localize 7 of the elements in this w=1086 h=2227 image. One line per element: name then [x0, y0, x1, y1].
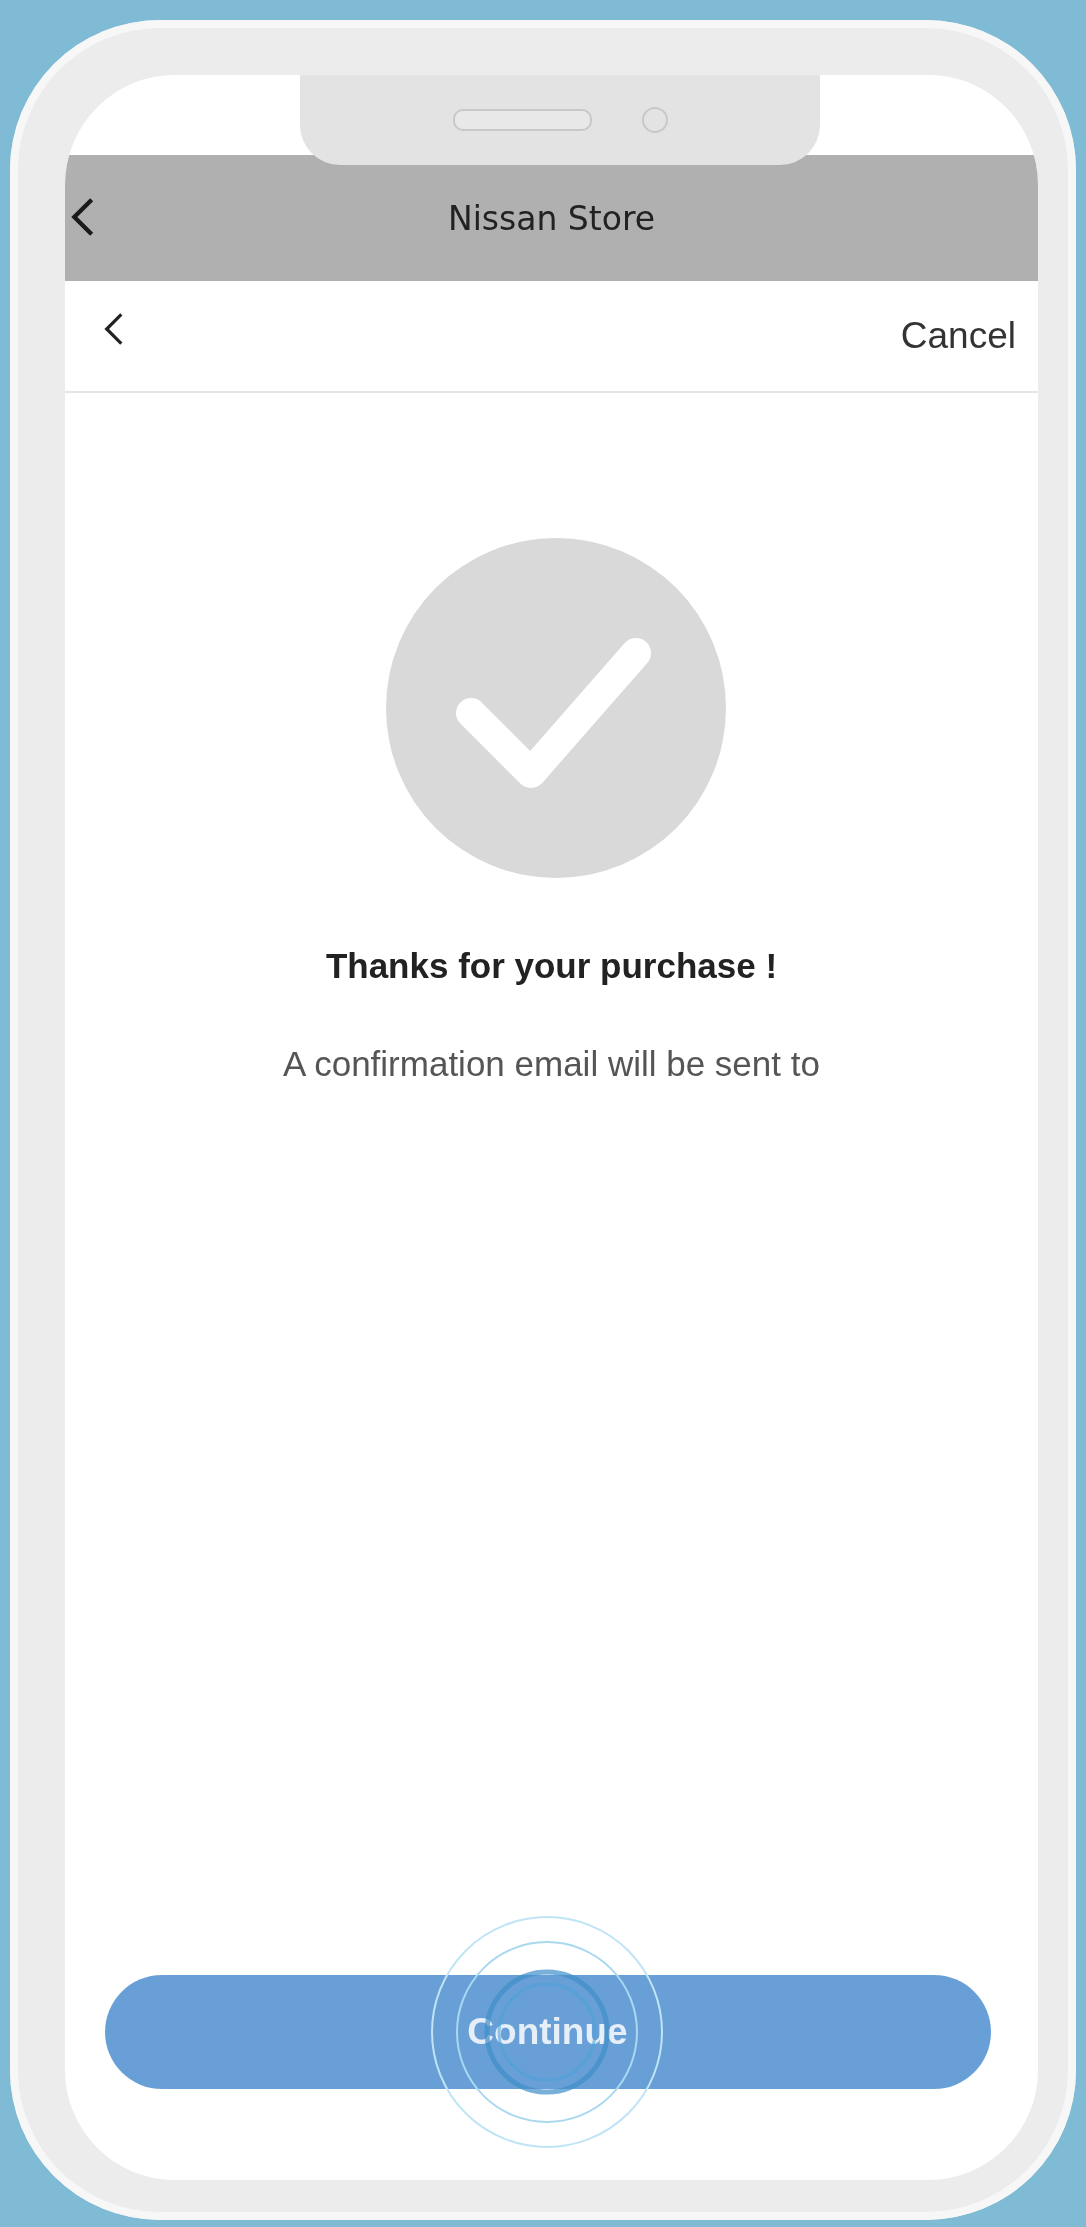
camera-icon: [641, 107, 668, 133]
app-title: Nissan Store: [447, 198, 656, 238]
checkmark-icon: [385, 538, 726, 878]
confirmation-title: Thanks for your purchase !: [325, 946, 778, 986]
confirmation-message: A confirmation email will be sent to: [283, 1044, 820, 1084]
cancel-link[interactable]: Cancel: [900, 315, 1016, 357]
speaker-icon: [452, 109, 592, 131]
